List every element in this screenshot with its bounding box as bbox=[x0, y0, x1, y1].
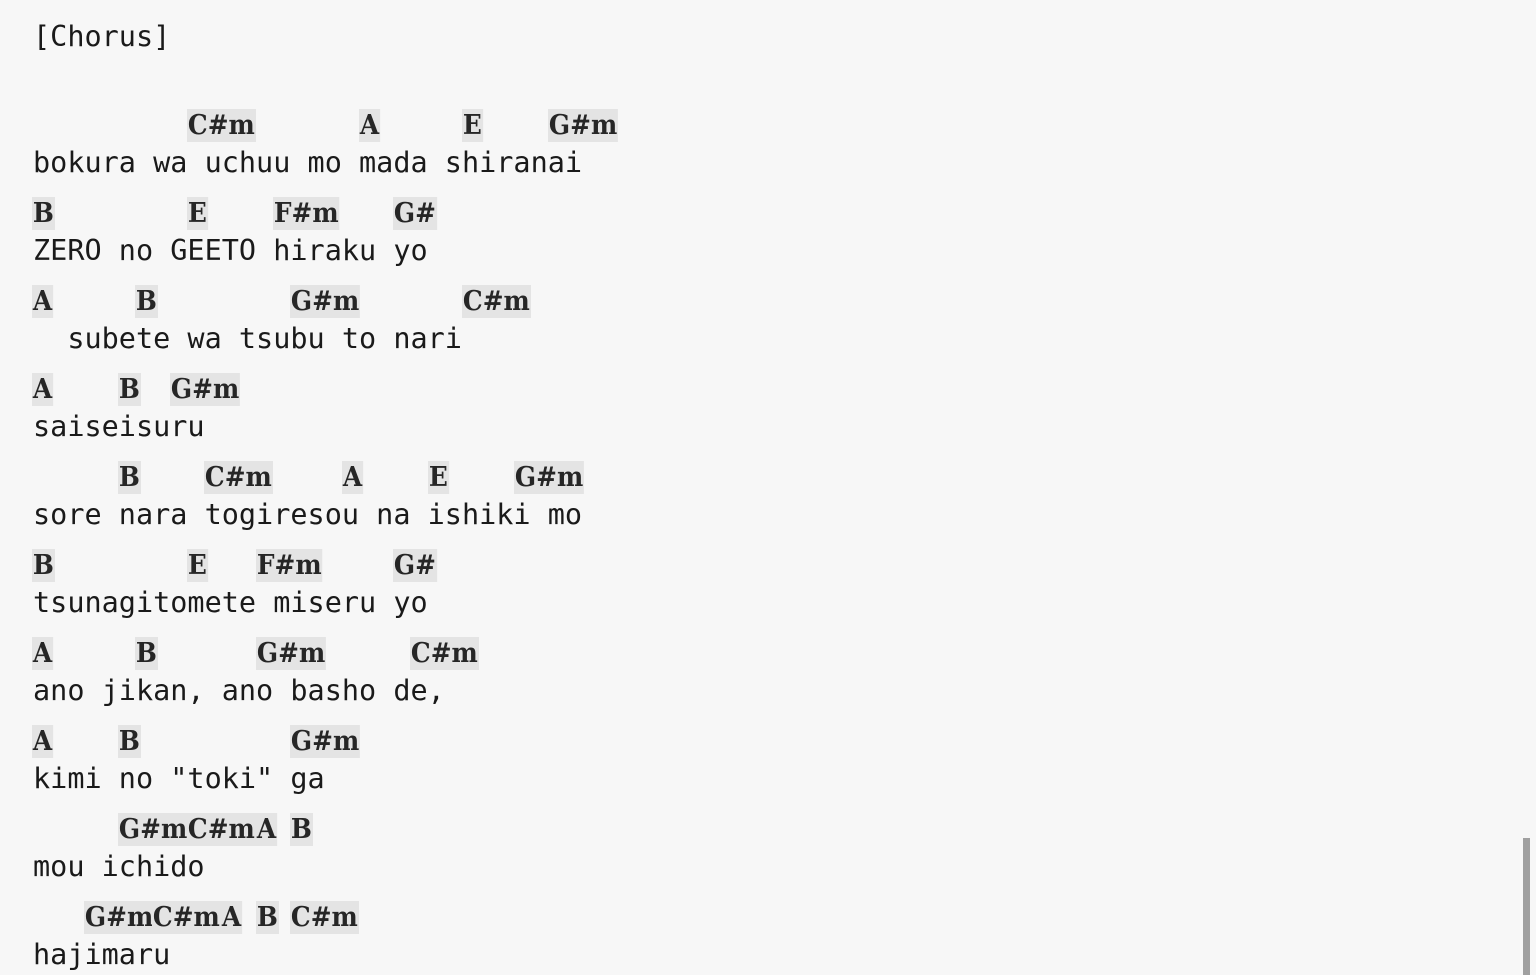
chord-label[interactable]: G#m bbox=[290, 285, 361, 318]
chord-label[interactable]: A bbox=[32, 373, 54, 406]
chord-label[interactable]: G#m bbox=[290, 725, 361, 758]
lyric-line: tsunagitomete miseru yo bbox=[33, 586, 428, 619]
chord-label[interactable]: G#m bbox=[513, 461, 584, 494]
chord-label[interactable]: A bbox=[255, 813, 277, 846]
chord-label[interactable]: E bbox=[462, 109, 483, 142]
chord-label[interactable]: B bbox=[290, 813, 313, 846]
chord-sheet-body: [Chorus] C#m A E G#m bokura wa uchuu mo mada… bbox=[0, 0, 1536, 975]
chord-label[interactable]: B bbox=[118, 725, 141, 758]
chord-label[interactable]: C#m bbox=[186, 109, 256, 142]
chord-row: A B G#m bbox=[0, 373, 1536, 407]
lyric-line: saiseisuru bbox=[33, 410, 205, 443]
chord-label[interactable]: C#m bbox=[204, 461, 273, 494]
chord-label[interactable]: B bbox=[135, 285, 159, 318]
chord-label[interactable]: G# bbox=[393, 549, 438, 582]
chord-label[interactable]: A bbox=[32, 285, 54, 318]
chord-label[interactable]: B bbox=[118, 461, 141, 494]
chord-label[interactable]: G#m bbox=[548, 109, 619, 142]
chord-row: B E F#m G# bbox=[0, 549, 1536, 583]
chord-label[interactable]: G#m bbox=[83, 901, 154, 934]
lyric-line: sore nara togiresou na ishiki mo bbox=[33, 498, 583, 531]
chord-label[interactable]: F#m bbox=[272, 197, 340, 230]
chord-label[interactable]: G#m bbox=[169, 373, 240, 406]
section-header-chorus: [Chorus] bbox=[33, 20, 171, 53]
chord-row: A B G#m C#m bbox=[0, 285, 1536, 319]
chord-label[interactable]: C#m bbox=[152, 901, 222, 934]
vertical-scrollbar-thumb[interactable] bbox=[1523, 838, 1530, 975]
lyric-line: hajimaru bbox=[33, 938, 171, 971]
chord-row: G#m C#m A B bbox=[0, 813, 1536, 847]
lyric-line: ano jikan, ano basho de, bbox=[33, 674, 445, 707]
chord-label[interactable]: C#m bbox=[290, 901, 359, 934]
chord-label[interactable]: A bbox=[221, 901, 243, 934]
vertical-scrollbar-track[interactable] bbox=[1522, 0, 1536, 975]
chord-label[interactable]: F#m bbox=[255, 549, 323, 582]
chord-row: A B G#m C#m bbox=[0, 637, 1536, 671]
chord-row: A B G#m bbox=[0, 725, 1536, 759]
chord-row: B E F#m G# bbox=[0, 197, 1536, 231]
lyric-line: kimi no "toki" ga bbox=[33, 762, 325, 795]
lyric-line: bokura wa uchuu mo mada shiranai bbox=[33, 146, 583, 179]
chord-row: B C#m A E G#m bbox=[0, 461, 1536, 495]
chord-label[interactable]: G#m bbox=[118, 813, 189, 846]
chord-label[interactable]: G#m bbox=[255, 637, 326, 670]
chord-label[interactable]: B bbox=[118, 373, 141, 406]
chord-label[interactable]: B bbox=[32, 549, 55, 582]
chord-label[interactable]: G# bbox=[393, 197, 438, 230]
chord-row: G#m C#m A B C#m bbox=[0, 901, 1536, 935]
lyric-line: subete wa tsubu to nari bbox=[33, 322, 462, 355]
chord-label[interactable]: B bbox=[32, 197, 55, 230]
chord-label[interactable]: A bbox=[358, 109, 380, 142]
chord-label[interactable]: E bbox=[427, 461, 449, 494]
lyric-line: mou ichido bbox=[33, 850, 205, 883]
chord-label[interactable]: C#m bbox=[410, 637, 480, 670]
chord-label[interactable]: B bbox=[255, 901, 279, 934]
chord-label[interactable]: A bbox=[341, 461, 363, 494]
chord-label[interactable]: A bbox=[32, 637, 54, 670]
chord-label[interactable]: E bbox=[186, 197, 208, 230]
chord-label[interactable]: B bbox=[135, 637, 159, 670]
chord-label[interactable]: C#m bbox=[186, 813, 256, 846]
chord-label[interactable]: E bbox=[186, 549, 208, 582]
chord-row: C#m A E G#m bbox=[0, 109, 1536, 143]
chord-label[interactable]: A bbox=[32, 725, 54, 758]
chord-label[interactable]: C#m bbox=[462, 285, 531, 318]
lyric-line: ZERO no GEETO hiraku yo bbox=[33, 234, 428, 267]
